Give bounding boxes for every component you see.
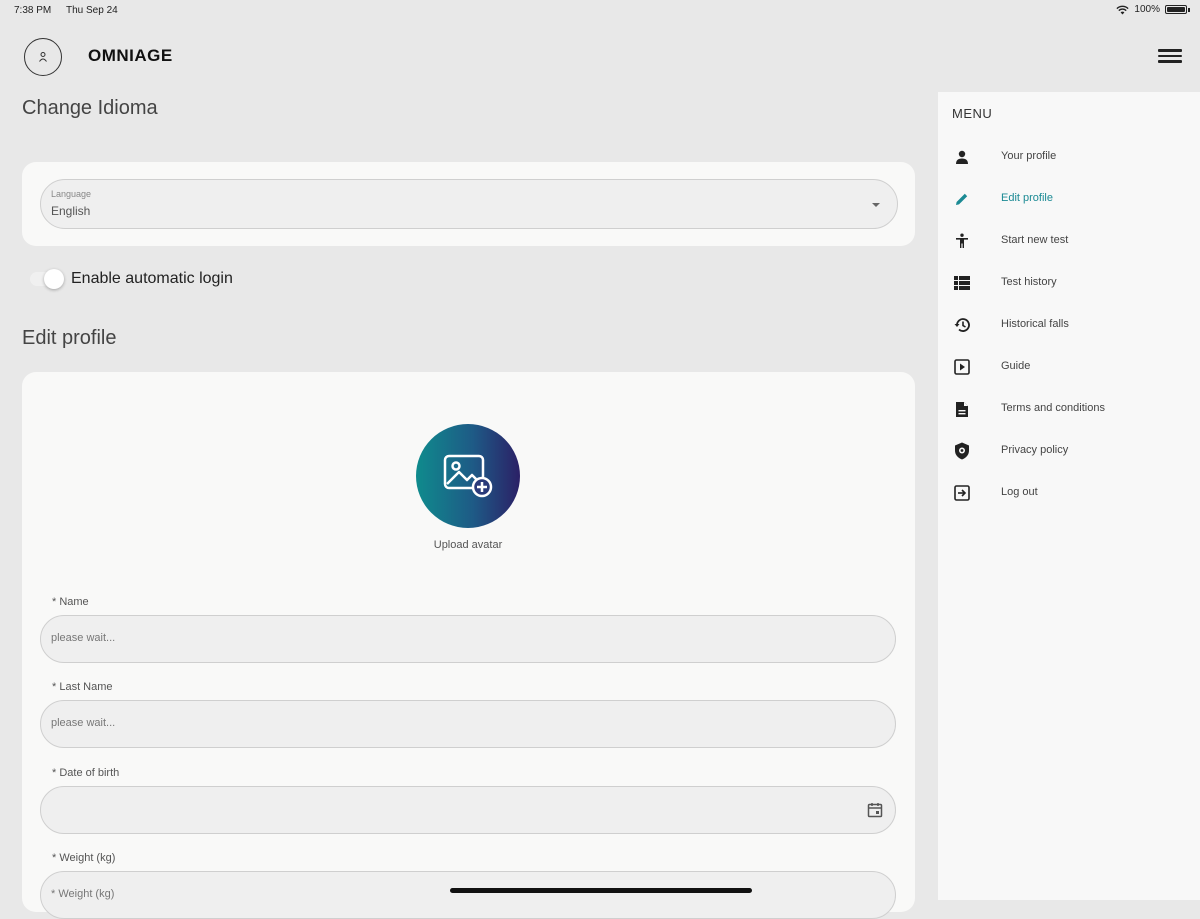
- play-box-icon: [952, 357, 972, 377]
- battery-percent: 100%: [1134, 4, 1160, 15]
- image-add-icon: [443, 454, 493, 498]
- status-time: 7:38 PM: [14, 5, 52, 16]
- last-name-input[interactable]: please wait...: [40, 700, 896, 748]
- side-menu: MENU Your profile Edit profile Start new…: [938, 92, 1200, 900]
- document-icon: [952, 399, 972, 419]
- menu-item-label: Test history: [1001, 276, 1057, 288]
- app-header: OMNIAGE: [0, 22, 1200, 90]
- menu-heading: MENU: [952, 106, 993, 121]
- shield-icon: [952, 441, 972, 461]
- main-content: Change Idioma Language English Enable au…: [0, 90, 938, 919]
- status-date: Thu Sep 24: [66, 5, 118, 16]
- user-avatar-button[interactable]: [24, 38, 62, 76]
- menu-item-log-out[interactable]: Log out: [938, 475, 1200, 511]
- menu-item-label: Your profile: [1001, 150, 1057, 162]
- battery-icon: [1165, 5, 1187, 14]
- date-of-birth-label: * Date of birth: [52, 767, 120, 779]
- logout-icon: [952, 483, 972, 503]
- name-label: * Name: [52, 596, 89, 608]
- menu-item-label: Log out: [1001, 486, 1038, 498]
- menu-item-label: Privacy policy: [1001, 444, 1069, 456]
- language-section-title: Change Idioma: [22, 97, 158, 119]
- user-icon: [39, 52, 47, 62]
- list-icon: [952, 273, 972, 293]
- language-field-value: English: [51, 204, 91, 218]
- language-field-label: Language: [51, 189, 92, 199]
- status-right: 100%: [1116, 4, 1190, 15]
- menu-item-label: Edit profile: [1001, 192, 1053, 204]
- home-indicator[interactable]: [450, 888, 752, 893]
- menu-item-label: Start new test: [1001, 234, 1069, 246]
- name-placeholder: please wait...: [51, 632, 116, 644]
- edit-profile-title: Edit profile: [22, 327, 117, 349]
- auto-login-label: Enable automatic login: [71, 270, 233, 287]
- menu-item-label: Historical falls: [1001, 318, 1069, 330]
- menu-item-label: Guide: [1001, 360, 1031, 372]
- last-name-label: * Last Name: [52, 681, 113, 693]
- menu-item-start-new-test[interactable]: Start new test: [938, 223, 1200, 259]
- weight-input[interactable]: * Weight (kg): [40, 871, 896, 919]
- history-icon: [952, 315, 972, 335]
- menu-item-historical-falls[interactable]: Historical falls: [938, 307, 1200, 343]
- auto-login-toggle[interactable]: [30, 269, 64, 289]
- person-icon: [952, 147, 972, 167]
- toggle-knob: [44, 269, 64, 289]
- app-title: OMNIAGE: [88, 46, 173, 65]
- name-input[interactable]: please wait...: [40, 615, 896, 663]
- wifi-icon: [1116, 5, 1130, 14]
- menu-item-edit-profile[interactable]: Edit profile: [938, 181, 1200, 217]
- hamburger-menu-icon[interactable]: [1158, 46, 1182, 66]
- date-of-birth-input[interactable]: [40, 786, 896, 834]
- upload-avatar-label: Upload avatar: [433, 539, 503, 551]
- menu-item-guide[interactable]: Guide: [938, 349, 1200, 385]
- calendar-icon[interactable]: [867, 802, 883, 818]
- dropdown-arrow-icon: [872, 203, 880, 207]
- menu-item-privacy[interactable]: Privacy policy: [938, 433, 1200, 469]
- menu-item-terms[interactable]: Terms and conditions: [938, 391, 1200, 427]
- upload-avatar-button[interactable]: [416, 424, 520, 528]
- menu-item-your-profile[interactable]: Your profile: [938, 139, 1200, 175]
- menu-item-test-history[interactable]: Test history: [938, 265, 1200, 301]
- weight-label: * Weight (kg): [52, 852, 116, 864]
- pencil-icon: [952, 189, 972, 209]
- figure-icon: [952, 231, 972, 251]
- language-select[interactable]: Language English: [40, 179, 898, 229]
- last-name-placeholder: please wait...: [51, 717, 116, 729]
- language-card: Language English: [22, 162, 915, 246]
- menu-item-label: Terms and conditions: [1001, 402, 1105, 414]
- battery-tip: [1188, 7, 1190, 12]
- status-bar: 7:38 PM Thu Sep 24 100%: [0, 0, 1200, 22]
- weight-placeholder: * Weight (kg): [51, 888, 115, 900]
